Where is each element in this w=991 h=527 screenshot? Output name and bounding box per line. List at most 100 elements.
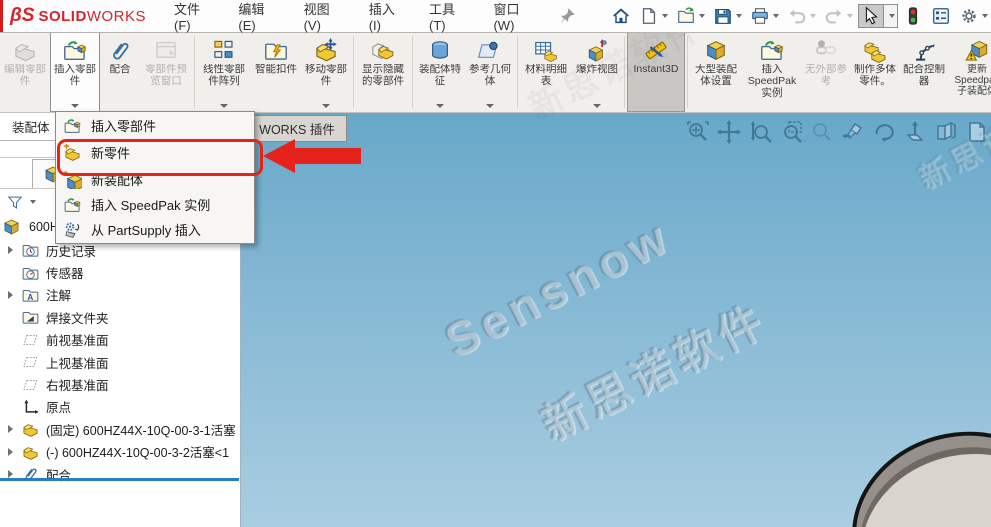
ribbon-move-component-button[interactable]: 移动零部件: [301, 32, 351, 112]
dropdown-arrow-icon[interactable]: [486, 104, 494, 108]
menu-window[interactable]: 窗口(W): [483, 0, 548, 38]
dropdown-arrow-icon[interactable]: [71, 104, 79, 108]
logo-text-bold: SOLID: [38, 8, 86, 25]
ribbon-exploded-view-button[interactable]: 爆炸视图: [572, 32, 622, 112]
dropdown-arrow-icon[interactable]: [220, 104, 228, 108]
select-dropdown-icon[interactable]: [883, 5, 897, 27]
menu-item-new-part[interactable]: 新零件: [56, 138, 254, 167]
expand-caret-icon[interactable]: [8, 425, 17, 433]
ribbon-bom-button[interactable]: 材料明细表: [520, 32, 572, 112]
graphics-viewport[interactable]: Sensnow 新思诺软件 新思诺: [240, 112, 991, 527]
new-document-icon[interactable]: [636, 4, 671, 28]
options-gear-icon[interactable]: [956, 4, 991, 28]
save-icon[interactable]: [710, 4, 745, 28]
menu-item-new-assembly[interactable]: 新装配体: [56, 167, 254, 192]
weldment-folder-icon: [21, 308, 40, 326]
ribbon-multibody-part-button[interactable]: 制作多体零件。: [850, 32, 900, 112]
zoom-to-fit-icon[interactable]: [686, 120, 710, 144]
zoom-to-area-icon[interactable]: [779, 120, 803, 144]
zoom-in-out-icon[interactable]: [748, 120, 772, 144]
reference-geometry-icon: [477, 37, 503, 64]
expand-caret-icon[interactable]: [8, 470, 17, 478]
ribbon-insert-component-button[interactable]: 插入零部件: [50, 32, 100, 112]
exploded-view-icon: [584, 37, 610, 64]
part-icon: [21, 443, 40, 461]
expand-caret-icon[interactable]: [8, 246, 17, 254]
dropdown-arrow-icon[interactable]: [322, 104, 330, 108]
ribbon-linear-pattern-button[interactable]: 线性零部件阵列: [197, 32, 251, 112]
print-icon[interactable]: [747, 4, 782, 28]
home-icon[interactable]: [608, 4, 634, 28]
show-hidden-components-icon: [370, 37, 396, 64]
sensors-folder-icon: [21, 264, 40, 282]
ribbon-reference-geometry-button[interactable]: 参考几何体: [465, 32, 515, 112]
menu-edit[interactable]: 编辑(E): [228, 0, 289, 38]
pan-icon[interactable]: [717, 120, 741, 144]
ds-logo-mark: βS: [10, 5, 34, 27]
select-cursor-tool[interactable]: [858, 4, 898, 28]
ribbon-mate-controller-button[interactable]: 配合控制器: [900, 32, 948, 112]
menu-file[interactable]: 文件(F): [164, 0, 224, 38]
bill-of-materials-icon: [533, 37, 559, 64]
plane-icon: [21, 353, 40, 371]
tree-item-component-floating[interactable]: (-) 600HZ44X-10Q-00-3-2活塞<1: [0, 441, 240, 463]
new-assembly-icon: [63, 171, 82, 189]
annotations-folder-icon: [21, 286, 40, 304]
previous-view-icon[interactable]: [841, 120, 865, 144]
rotate-view-icon[interactable]: [872, 120, 896, 144]
menu-item-partsupply[interactable]: 从 PartSupply 插入: [56, 217, 254, 242]
tab-solidworks-addins[interactable]: WORKS 插件: [247, 115, 347, 142]
menu-tools[interactable]: 工具(T): [419, 0, 479, 38]
insert-component-dropdown-menu: 插入零部件 新零件 新装配体 插入 SpeedPak 实例 从 PartSupp…: [55, 111, 255, 244]
menu-item-insert-speedpak[interactable]: 插入 SpeedPak 实例: [56, 192, 254, 217]
insert-component-icon: [62, 37, 88, 64]
mate-controller-icon: [911, 37, 937, 64]
expand-caret-icon[interactable]: [8, 448, 17, 456]
tree-item-mates[interactable]: 配合: [0, 463, 240, 485]
display-style-icon[interactable]: [965, 120, 989, 144]
ribbon-insert-speedpak-button[interactable]: 插入 SpeedPak 实例: [742, 32, 802, 112]
filter-dropdown-icon[interactable]: [30, 200, 36, 204]
rebuild-traffic-light-icon[interactable]: [900, 4, 926, 28]
filter-funnel-icon[interactable]: [6, 194, 24, 211]
menu-insert[interactable]: 插入(I): [359, 0, 415, 38]
ribbon-show-hidden-button[interactable]: 显示隐藏的零部件: [356, 32, 410, 112]
ribbon-update-speedpak-button[interactable]: 更新 Speedpak 子装配体: [948, 32, 991, 112]
menu-bar: βS SOLID WORKS 文件(F) 编辑(E) 视图(V) 插入(I) 工…: [0, 0, 991, 33]
plane-icon: [21, 376, 40, 394]
magnify-icon: [810, 120, 834, 144]
dropdown-arrow-icon[interactable]: [593, 104, 601, 108]
expand-caret-icon[interactable]: [8, 291, 17, 299]
origin-icon: [21, 398, 40, 416]
tree-item-top-plane[interactable]: 上视基准面: [0, 351, 240, 373]
tree-item-component-fixed[interactable]: (固定) 600HZ44X-10Q-00-3-1活塞: [0, 418, 240, 440]
pin-menu-icon[interactable]: [554, 4, 580, 28]
ribbon-component-preview-button: 零部件预览窗口: [140, 32, 192, 112]
tab-assembly[interactable]: 装配体: [4, 115, 58, 137]
model-cylinder-fragment[interactable]: [830, 407, 991, 527]
menu-item-insert-components[interactable]: 插入零部件: [56, 113, 254, 138]
tree-item-front-plane[interactable]: 前视基准面: [0, 329, 240, 351]
tree-item-right-plane[interactable]: 右视基准面: [0, 373, 240, 395]
normal-to-icon[interactable]: [903, 120, 927, 144]
ribbon-instant3d-button[interactable]: Instant3D: [627, 32, 685, 112]
instant3d-icon: [643, 37, 669, 64]
tree-item-origin[interactable]: 原点: [0, 396, 240, 418]
ribbon-assembly-features-button[interactable]: 装配体特征: [415, 32, 465, 112]
tree-item-weldment-folder[interactable]: 焊接文件夹: [0, 306, 240, 328]
tree-item-sensors[interactable]: 传感器: [0, 261, 240, 283]
rollback-bar[interactable]: [0, 478, 239, 481]
ribbon-smart-fasteners-button[interactable]: 智能扣件: [251, 32, 301, 112]
large-assembly-settings-icon: [703, 37, 729, 64]
top-menu: 文件(F) 编辑(E) 视图(V) 插入(I) 工具(T) 窗口(W): [164, 0, 548, 38]
task-list-icon[interactable]: [928, 4, 954, 28]
heads-up-view-toolbar: [686, 120, 989, 144]
view-orientation-icon[interactable]: [934, 120, 958, 144]
select-cursor-icon[interactable]: [859, 5, 883, 27]
menu-view[interactable]: 视图(V): [294, 0, 355, 38]
dropdown-arrow-icon[interactable]: [436, 104, 444, 108]
ribbon-large-assembly-button[interactable]: 大型装配体设置: [690, 32, 742, 112]
tree-item-annotations[interactable]: 注解: [0, 284, 240, 306]
open-icon[interactable]: [673, 4, 708, 28]
ribbon-mate-button[interactable]: 配合: [100, 32, 140, 112]
